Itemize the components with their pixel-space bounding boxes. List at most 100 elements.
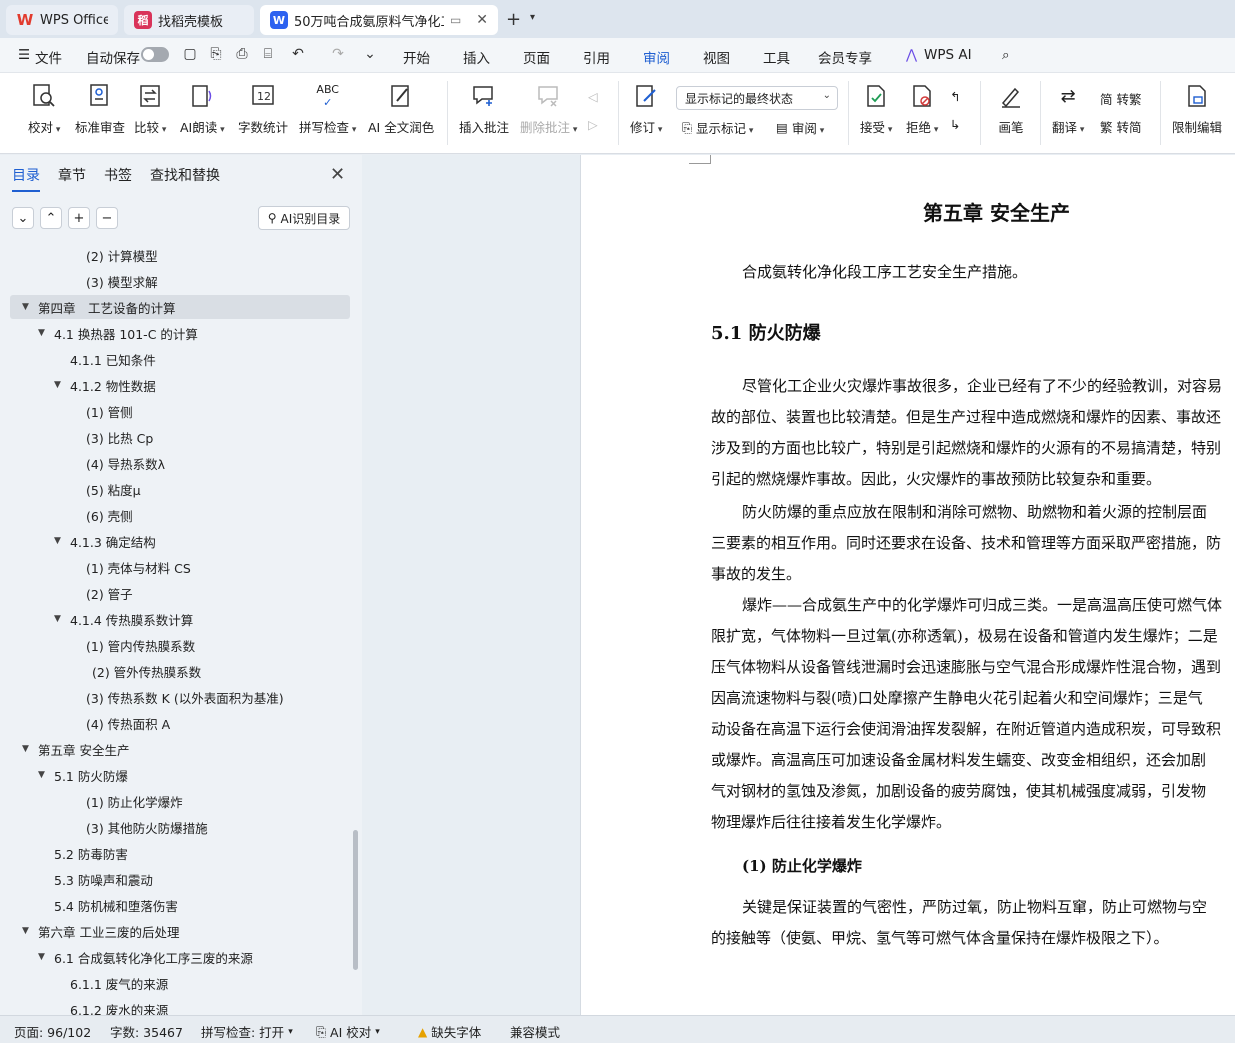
- page-indicator[interactable]: 页面: 96/102: [14, 1022, 91, 1041]
- toc-item[interactable]: (1) 管内传热膜系数: [10, 633, 350, 657]
- show-markup-button[interactable]: ⎘ 显示标记: [682, 118, 753, 137]
- collapse-up-button[interactable]: ⌃: [40, 207, 62, 229]
- hamburger-icon[interactable]: ☰: [18, 47, 30, 63]
- document-page[interactable]: 第五章 安全生产 合成氨转化净化段工序工艺安全生产措施。 5.1 防火防爆 尽管…: [580, 155, 1235, 1015]
- toc-item[interactable]: (3) 传热系数 K (以外表面积为基准): [10, 685, 350, 709]
- toc-item[interactable]: (2) 管子: [10, 581, 350, 605]
- expand-arrow-icon[interactable]: ▼: [54, 614, 61, 624]
- toc-item[interactable]: (3) 比热 Cp: [10, 425, 350, 449]
- toc-item[interactable]: (1) 防止化学爆炸: [10, 789, 350, 813]
- markup-state-select[interactable]: 显示标记的最终状态 ⌄: [676, 86, 838, 110]
- ai-toc-button[interactable]: ⚲ AI识别目录: [258, 206, 350, 230]
- close-icon[interactable]: ✕: [330, 164, 345, 185]
- compare-button[interactable]: 比较: [134, 81, 166, 136]
- menu-page[interactable]: 页面: [523, 47, 550, 67]
- menu-tools[interactable]: 工具: [763, 47, 790, 67]
- standard-review-button[interactable]: 标准审查: [75, 81, 125, 136]
- proofread-button[interactable]: 校对: [28, 81, 60, 136]
- toc-item[interactable]: 5.4 防机械和堕落伤害: [10, 893, 350, 917]
- toc-item[interactable]: (5) 粘度μ: [10, 477, 350, 501]
- toc-item[interactable]: 6.1.2 废水的来源: [10, 997, 350, 1016]
- menu-file[interactable]: 文件: [35, 47, 62, 67]
- review-pane-button[interactable]: ▤ 审阅: [776, 118, 824, 137]
- export-pdf-icon[interactable]: ⎘: [208, 46, 224, 62]
- expand-arrow-icon[interactable]: ▼: [22, 926, 29, 936]
- restrict-edit-button[interactable]: 限制编辑: [1172, 81, 1222, 136]
- print-preview-icon[interactable]: ⌸: [260, 46, 276, 62]
- toc-item[interactable]: ▼ 4.1.4 传热膜系数计算: [10, 607, 350, 631]
- reject-button[interactable]: 拒绝: [906, 81, 938, 136]
- add-toc-item-button[interactable]: +: [68, 207, 90, 229]
- ai-proofread-status[interactable]: ⎘ AI 校对 ▾: [316, 1022, 380, 1041]
- toc-item[interactable]: (3) 其他防火防爆措施: [10, 815, 350, 839]
- toc-item[interactable]: ▼ 4.1.3 确定结构: [10, 529, 350, 553]
- chevron-down-icon[interactable]: ⌄: [362, 46, 378, 62]
- toc-item[interactable]: 6.1.1 废气的来源: [10, 971, 350, 995]
- tab-find-replace[interactable]: 查找和替换: [150, 165, 220, 185]
- expand-arrow-icon[interactable]: ▼: [54, 380, 61, 390]
- tab-toc[interactable]: 目录: [12, 165, 40, 192]
- accept-button[interactable]: 接受: [860, 81, 892, 136]
- tab-bookmarks[interactable]: 书签: [104, 165, 132, 185]
- toc-item[interactable]: (2) 计算模型: [10, 243, 350, 267]
- missing-font-status[interactable]: ▲ 缺失字体: [418, 1022, 481, 1041]
- word-count-status[interactable]: 字数: 35467: [110, 1022, 183, 1041]
- expand-arrow-icon[interactable]: ▼: [22, 744, 29, 754]
- prev-comment-icon[interactable]: ◁: [588, 89, 598, 104]
- tab-chapters[interactable]: 章节: [58, 165, 86, 185]
- word-count-button[interactable]: 12 字数统计: [238, 81, 288, 136]
- toc-item[interactable]: 4.1.1 已知条件: [10, 347, 350, 371]
- autosave-toggle[interactable]: [141, 47, 169, 62]
- toc-item[interactable]: (4) 导热系数λ: [10, 451, 350, 475]
- redo-icon[interactable]: ↷: [330, 46, 346, 62]
- menu-member[interactable]: 会员专享: [818, 47, 872, 67]
- next-change-icon[interactable]: ↳: [950, 117, 960, 132]
- expand-arrow-icon[interactable]: ▼: [38, 328, 45, 338]
- undo-icon[interactable]: ↶: [290, 46, 306, 62]
- prev-change-icon[interactable]: ↰: [950, 89, 960, 104]
- toc-item[interactable]: ▼ 4.1.2 物性数据: [10, 373, 350, 397]
- menu-references[interactable]: 引用: [583, 47, 610, 67]
- toc-item[interactable]: (1) 管侧: [10, 399, 350, 423]
- expand-arrow-icon[interactable]: ▼: [54, 536, 61, 546]
- toc-item[interactable]: ▼ 5.1 防火防爆: [10, 763, 350, 787]
- ai-polish-button[interactable]: AI 全文润色: [368, 81, 434, 136]
- toc-item[interactable]: 5.3 防噪声和震动: [10, 867, 350, 891]
- close-tab-icon[interactable]: ✕: [476, 12, 488, 28]
- tab-daoke-templates[interactable]: 稻 找稻壳模板: [124, 5, 254, 35]
- toc-item[interactable]: ▼ 6.1 合成氨转化净化工序三废的来源: [10, 945, 350, 969]
- track-changes-button[interactable]: 修订: [630, 81, 662, 136]
- menu-wps-ai[interactable]: WPS AI: [924, 47, 972, 63]
- to-traditional-button[interactable]: 简转繁: [1100, 89, 1142, 108]
- print-icon[interactable]: ⎙: [234, 46, 250, 62]
- menu-home[interactable]: 开始: [403, 47, 430, 67]
- translate-button[interactable]: ⇄ 翻译: [1052, 81, 1084, 136]
- expand-arrow-icon[interactable]: ▼: [22, 302, 29, 312]
- toc-item[interactable]: 5.2 防毒防害: [10, 841, 350, 865]
- menu-view[interactable]: 视图: [703, 47, 730, 67]
- search-icon[interactable]: ⌕: [1002, 47, 1010, 63]
- toc-item[interactable]: ▼ 第六章 工业三废的后处理: [10, 919, 350, 943]
- remove-toc-item-button[interactable]: −: [96, 207, 118, 229]
- toc-item[interactable]: ▼ 第五章 安全生产: [10, 737, 350, 761]
- expand-arrow-icon[interactable]: ▼: [38, 952, 45, 962]
- toc-item[interactable]: ▼ 4.1 换热器 101-C 的计算: [10, 321, 350, 345]
- toc-item[interactable]: (3) 模型求解: [10, 269, 350, 293]
- next-comment-icon[interactable]: ▷: [588, 117, 598, 132]
- save-icon[interactable]: ▢: [182, 46, 198, 62]
- screen-icon[interactable]: ▭: [450, 13, 461, 27]
- pen-button[interactable]: 画笔: [996, 81, 1026, 136]
- tab-current-document[interactable]: W 50万吨合成氨原料气净化工段 ▭ ✕: [260, 5, 498, 35]
- spell-check-status[interactable]: 拼写检查: 打开 ▾: [201, 1022, 293, 1041]
- expand-arrow-icon[interactable]: ▼: [38, 770, 45, 780]
- tab-wps-office[interactable]: W WPS Office: [6, 5, 118, 35]
- toc-item[interactable]: ▼ 第四章 工艺设备的计算: [10, 295, 350, 319]
- menu-insert[interactable]: 插入: [463, 47, 490, 67]
- expand-down-button[interactable]: ⌄: [12, 207, 34, 229]
- to-simplified-button[interactable]: 繁转简: [1100, 117, 1142, 136]
- toc-item[interactable]: (1) 壳体与材料 CS: [10, 555, 350, 579]
- spell-check-button[interactable]: ABC ✓ 拼写检查: [299, 81, 356, 136]
- ai-read-button[interactable]: AI朗读: [180, 81, 225, 136]
- chevron-down-icon[interactable]: ▾: [530, 12, 535, 23]
- toc-scrollbar[interactable]: [353, 830, 358, 970]
